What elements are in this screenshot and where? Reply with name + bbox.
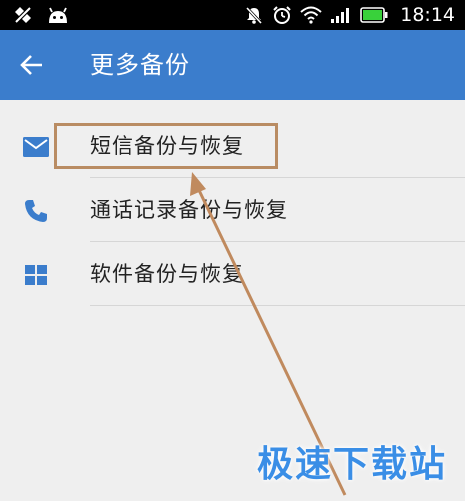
battery-icon (360, 7, 388, 23)
back-button[interactable] (12, 45, 52, 85)
wifi-icon (300, 6, 322, 24)
status-bar: 18:14 (0, 0, 465, 30)
status-time: 18:14 (400, 4, 455, 26)
arrow-left-icon (20, 55, 42, 75)
apps-grid-icon (22, 262, 50, 288)
signal-icon (330, 6, 352, 24)
page-title: 更多备份 (90, 51, 190, 79)
list-item-app-backup[interactable]: 软件备份与恢复 (0, 242, 465, 306)
list-item-label: 通话记录备份与恢复 (90, 198, 288, 222)
phone-icon (22, 198, 50, 224)
status-left-icons (12, 0, 70, 30)
android-icon (46, 5, 70, 25)
app-bar: 更多备份 (0, 30, 465, 100)
list-item-call-log-backup[interactable]: 通话记录备份与恢复 (0, 178, 465, 242)
mute-icon (244, 5, 264, 25)
list-item-sms-backup[interactable]: 短信备份与恢复 (0, 114, 465, 178)
backup-options-list: 短信备份与恢复 通话记录备份与恢复 软件备份与恢复 (0, 100, 465, 306)
list-item-label: 短信备份与恢复 (90, 134, 244, 158)
alarm-icon (272, 5, 292, 25)
list-item-label: 软件备份与恢复 (90, 262, 244, 286)
divider (90, 305, 465, 306)
status-right-icons: 18:14 (244, 0, 455, 30)
mail-icon (22, 134, 50, 160)
watermark: 极速下载站 (256, 444, 447, 485)
screenshot-icon (12, 4, 34, 26)
